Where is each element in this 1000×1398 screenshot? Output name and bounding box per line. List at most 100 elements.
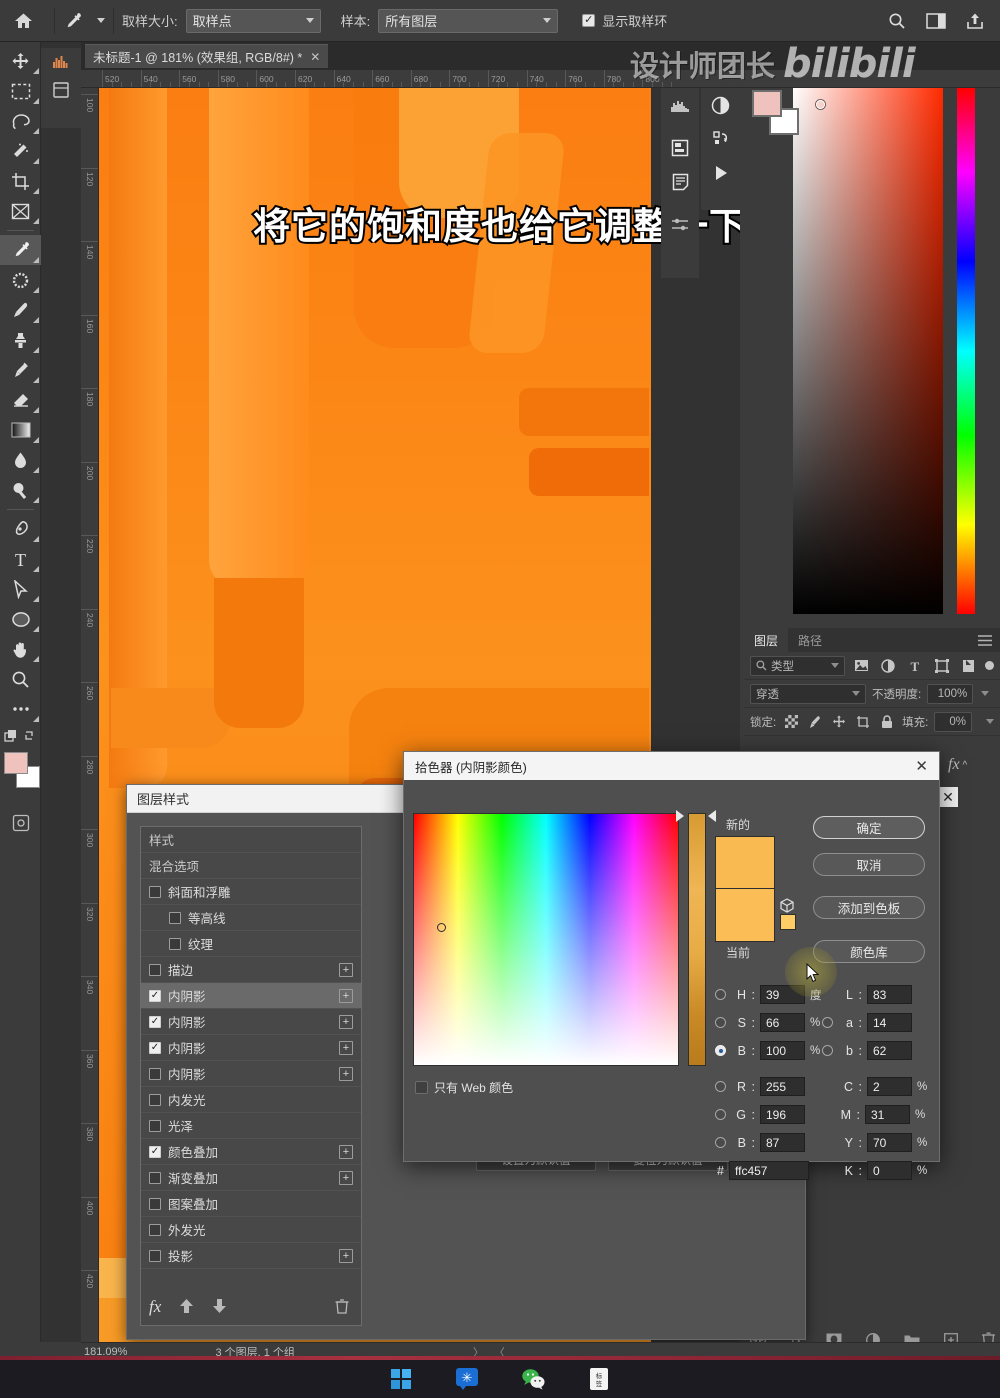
lab-b-radio[interactable]: [822, 1045, 833, 1056]
add-to-swatches-button[interactable]: 添加到色板: [813, 896, 925, 919]
hue-radio[interactable]: [715, 989, 726, 1000]
layer-style-effect-item[interactable]: ✓ 内阴影 +: [141, 1009, 361, 1035]
layer-style-effect-item[interactable]: ✓ 内发光: [141, 1087, 361, 1113]
quick-mask-toggle[interactable]: [0, 724, 41, 748]
yellow-input[interactable]: 70: [867, 1133, 912, 1152]
adjustment-panel-icon[interactable]: [701, 88, 740, 122]
lock-image-icon[interactable]: [806, 712, 824, 732]
layers-comp-panel-icon[interactable]: [661, 131, 699, 165]
windows-start-icon[interactable]: [388, 1366, 414, 1392]
chevron-down-icon[interactable]: [986, 719, 995, 724]
blue-field-row[interactable]: B: 87: [715, 1133, 805, 1152]
layer-style-effect-item[interactable]: ✓ 颜色叠加 +: [141, 1139, 361, 1165]
cancel-button[interactable]: 取消: [813, 853, 925, 876]
brightness-radio[interactable]: [715, 1045, 726, 1056]
color-swatches[interactable]: [0, 748, 40, 796]
hand-tool[interactable]: [0, 634, 41, 664]
zoom-tool[interactable]: [0, 664, 41, 694]
show-ring-checkbox[interactable]: ✓: [582, 14, 596, 27]
fx-icon[interactable]: fx: [149, 1297, 161, 1317]
effect-checkbox[interactable]: ✓: [149, 1015, 161, 1028]
web-only-colors-toggle[interactable]: ✓ 只有 Web 颜色: [415, 1079, 513, 1096]
eraser-tool[interactable]: [0, 385, 41, 415]
lab-a-field-row[interactable]: a: 14: [822, 1013, 912, 1032]
share-icon[interactable]: [966, 12, 984, 30]
wechat-icon[interactable]: [520, 1366, 546, 1392]
crop-tool[interactable]: [0, 166, 41, 196]
red-input[interactable]: 255: [760, 1077, 805, 1096]
red-radio[interactable]: [715, 1081, 726, 1092]
dodge-tool[interactable]: [0, 475, 41, 505]
green-field-row[interactable]: G: 196: [715, 1105, 805, 1124]
layer-style-effect-item[interactable]: ✓ 描边 +: [141, 957, 361, 983]
blur-tool[interactable]: [0, 445, 41, 475]
brightness-input[interactable]: 100: [760, 1041, 805, 1060]
layer-style-effect-item[interactable]: ✓ 图案叠加: [141, 1191, 361, 1217]
tab-layers[interactable]: 图层: [744, 628, 789, 652]
magic-wand-tool[interactable]: [0, 136, 41, 166]
smart-filter-icon[interactable]: [958, 656, 979, 676]
type-filter-icon[interactable]: T: [905, 656, 926, 676]
current-color-swatch[interactable]: [715, 889, 775, 942]
layer-style-effect-item[interactable]: ✓ 等高线: [141, 905, 361, 931]
saturation-radio[interactable]: [715, 1017, 726, 1028]
tool-preset-chevron-icon[interactable]: [97, 18, 105, 23]
histogram-panel-icon[interactable]: [661, 88, 699, 122]
tab-paths[interactable]: 路径: [788, 628, 832, 652]
effect-checkbox[interactable]: ✓: [169, 911, 181, 924]
layer-filter-select[interactable]: 类型: [750, 655, 846, 676]
dock-adjustments-icon[interactable]: [41, 76, 81, 104]
add-effect-icon[interactable]: +: [339, 962, 353, 977]
effect-checkbox[interactable]: ✓: [169, 937, 181, 950]
layer-style-effect-item[interactable]: ✓ 光泽: [141, 1113, 361, 1139]
chevron-down-icon[interactable]: [981, 691, 990, 696]
layer-style-effect-item[interactable]: ✓ 纹理: [141, 931, 361, 957]
pixel-filter-icon[interactable]: [851, 656, 872, 676]
home-button[interactable]: [0, 12, 46, 30]
web-safe-color-swatch[interactable]: [780, 914, 796, 930]
red-field-row[interactable]: R: 255: [715, 1077, 805, 1096]
lock-position-icon[interactable]: [830, 712, 848, 732]
effect-checkbox[interactable]: ✓: [149, 1067, 161, 1080]
close-icon[interactable]: ✕: [938, 787, 958, 807]
magenta-input[interactable]: 31: [865, 1105, 910, 1124]
gradient-tool[interactable]: [0, 415, 41, 445]
lab-b-input[interactable]: 62: [867, 1041, 912, 1060]
history-brush-tool[interactable]: [0, 355, 41, 385]
effect-checkbox[interactable]: ✓: [149, 1171, 161, 1184]
shape-filter-icon[interactable]: [932, 656, 953, 676]
clone-stamp-tool[interactable]: [0, 325, 41, 355]
more-tools-button[interactable]: [0, 694, 41, 724]
effect-checkbox[interactable]: ✓: [149, 1249, 161, 1262]
layer-style-header-item[interactable]: 混合选项: [141, 853, 361, 879]
close-icon[interactable]: ✕: [310, 50, 320, 64]
saturation-field-row[interactable]: S: 66 %: [715, 1013, 822, 1032]
sample-select[interactable]: 所有图层: [378, 8, 559, 33]
layer-style-effect-item[interactable]: ✓ 外发光: [141, 1217, 361, 1243]
foreground-color-swatch[interactable]: [4, 752, 28, 774]
adjustment-filter-icon[interactable]: [878, 656, 899, 676]
marquee-tool[interactable]: [0, 76, 41, 106]
panel-menu-icon[interactable]: [970, 628, 1000, 652]
workspace-icon[interactable]: [926, 12, 946, 29]
ellipse-tool[interactable]: [0, 604, 41, 634]
notes-panel-icon[interactable]: [661, 165, 699, 199]
edit-toolbar-button[interactable]: [0, 808, 41, 838]
black-input[interactable]: 0: [867, 1161, 912, 1180]
brush-tool[interactable]: [0, 295, 41, 325]
pen-tool[interactable]: [0, 514, 41, 544]
brightness-field-row[interactable]: B: 100 %: [715, 1041, 822, 1060]
layer-style-effect-item[interactable]: ✓ 内阴影 +: [141, 1035, 361, 1061]
show-sampling-ring-toggle[interactable]: ✓ 显示取样环: [582, 11, 667, 30]
add-effect-icon[interactable]: +: [339, 1014, 353, 1029]
layer-style-effect-item[interactable]: ✓ 内阴影 +: [141, 983, 361, 1009]
lock-artboard-icon[interactable]: [854, 712, 872, 732]
add-effect-icon[interactable]: +: [339, 1066, 353, 1081]
play-action-icon[interactable]: [701, 156, 740, 190]
color-panel-hue-strip[interactable]: [957, 88, 975, 614]
effect-checkbox[interactable]: ✓: [149, 989, 161, 1002]
add-effect-icon[interactable]: +: [339, 988, 353, 1003]
hex-input[interactable]: ffc457: [729, 1161, 809, 1180]
notes-app-icon[interactable]: 标签: [586, 1366, 612, 1392]
effect-checkbox[interactable]: ✓: [149, 963, 161, 976]
